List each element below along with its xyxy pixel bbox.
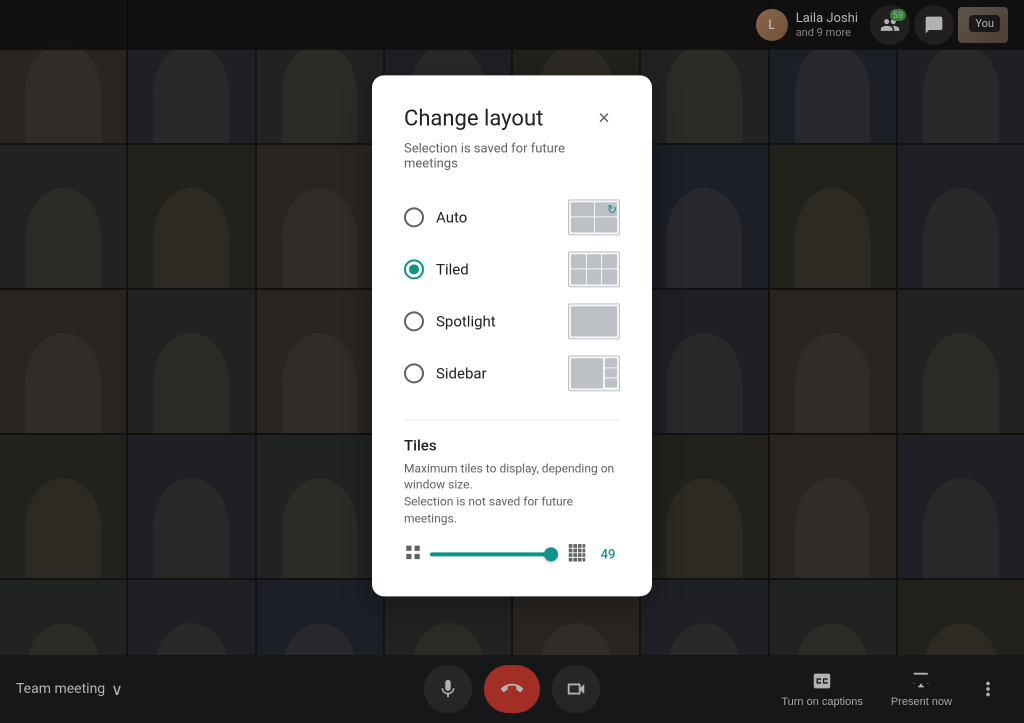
tiles-slider-row: 49	[404, 541, 620, 568]
radio-auto	[404, 207, 424, 227]
sidebar-label: Sidebar	[436, 364, 487, 382]
layout-option-sidebar[interactable]: Sidebar	[404, 347, 620, 399]
sidebar-preview	[568, 355, 620, 391]
radio-sidebar	[404, 363, 424, 383]
grid-large-icon	[566, 541, 588, 568]
modal-title: Change layout	[404, 106, 543, 131]
tiles-title: Tiles	[404, 436, 620, 454]
change-layout-modal: Change layout × Selection is saved for f…	[372, 75, 652, 596]
layout-option-auto[interactable]: Auto ↻	[404, 191, 620, 243]
tiled-label: Tiled	[436, 260, 469, 278]
radio-tiled	[404, 259, 424, 279]
auto-label: Auto	[436, 208, 467, 226]
layout-options: Auto ↻ Tiled	[404, 191, 620, 399]
spotlight-label: Spotlight	[436, 312, 496, 330]
auto-preview: ↻	[568, 199, 620, 235]
tiles-slider[interactable]	[430, 545, 558, 565]
slider-value: 49	[596, 547, 620, 562]
tiled-preview	[568, 251, 620, 287]
modal-subtitle: Selection is saved for future meetings	[404, 141, 620, 171]
spotlight-preview	[568, 303, 620, 339]
layout-option-tiled[interactable]: Tiled	[404, 243, 620, 295]
tiles-section: Tiles Maximum tiles to display, dependin…	[404, 419, 620, 568]
modal-close-button[interactable]: ×	[588, 103, 620, 135]
tiles-desc: Maximum tiles to display, depending on w…	[404, 460, 620, 527]
radio-spotlight	[404, 311, 424, 331]
grid-small-icon	[404, 543, 422, 566]
modal-header: Change layout ×	[404, 103, 620, 135]
layout-option-spotlight[interactable]: Spotlight	[404, 295, 620, 347]
